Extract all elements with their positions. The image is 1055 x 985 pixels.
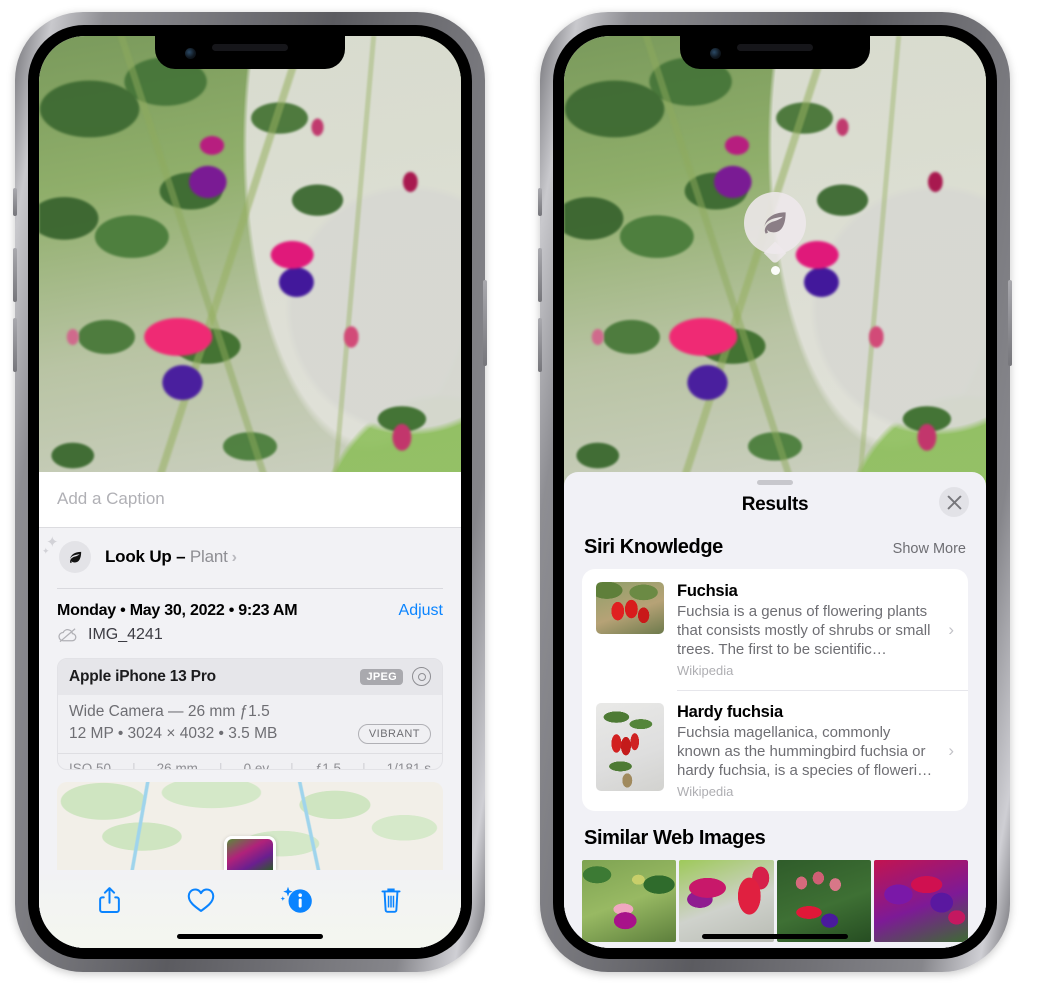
trash-icon[interactable] [379, 885, 403, 915]
exif-body: Wide Camera — 26 mm ƒ1.5 12 MP • 3024 × … [58, 695, 442, 753]
photo-datetime: Monday • May 30, 2022 • 9:23 AM [57, 602, 298, 619]
adjust-button[interactable]: Adjust [399, 602, 443, 620]
results-title: Results [741, 494, 809, 515]
results-sheet: Results Siri Knowledge Show More Fuchsia… [564, 472, 986, 948]
iphone-left-frame: Add a Caption ✦ ✦ Look Up – Plant › Mond… [13, 12, 487, 972]
exif-divider-1: | [132, 761, 136, 771]
knowledge-title: Hardy fuchsia [677, 703, 783, 721]
web-image-thumb[interactable] [776, 860, 871, 942]
aperture-icon [412, 667, 431, 686]
power-button[interactable] [483, 280, 487, 366]
screenshot-stage: Add a Caption ✦ ✦ Look Up – Plant › Mond… [0, 0, 1055, 985]
siri-knowledge-card: Fuchsia Fuchsia is a genus of flowering … [582, 569, 968, 811]
exif-specs-row: 12 MP • 3024 × 4032 • 3.5 MB VIBRANT [69, 724, 431, 744]
notch [155, 36, 345, 69]
exif-exposure: 0 ev [243, 761, 270, 771]
map-photo-pin[interactable] [224, 836, 276, 871]
knowledge-body: Hardy fuchsia Fuchsia magellanica, commo… [677, 703, 933, 799]
heart-icon[interactable] [186, 886, 216, 914]
exif-aperture: ƒ1.5 [314, 761, 342, 771]
earpiece-speaker-right [737, 44, 813, 51]
photo-info-sheet: Add a Caption ✦ ✦ Look Up – Plant › Mond… [39, 472, 461, 948]
close-icon[interactable] [939, 487, 969, 517]
right-bezel: Results Siri Knowledge Show More Fuchsia… [553, 25, 997, 959]
siri-knowledge-header: Siri Knowledge Show More [564, 530, 986, 569]
location-map-card[interactable] [57, 782, 443, 871]
photo-filename: IMG_4241 [88, 626, 163, 643]
cloud-slash-icon [58, 628, 77, 643]
filename-row: IMG_4241 [39, 622, 461, 656]
volume-down-button[interactable] [13, 248, 17, 302]
lens-info: Wide Camera — 26 mm ƒ1.5 [69, 703, 270, 720]
leaf-icon [744, 192, 806, 254]
knowledge-row[interactable]: Hardy fuchsia Fuchsia magellanica, commo… [582, 690, 968, 811]
knowledge-source: Wikipedia [677, 784, 734, 799]
exif-divider-2: | [219, 761, 223, 771]
visual-lookup-leaf-badge[interactable] [744, 192, 806, 275]
exif-divider-3: | [290, 761, 294, 771]
siri-knowledge-title: Siri Knowledge [584, 536, 723, 558]
hardy-fuchsia-thumbnail [596, 703, 664, 791]
exif-focal-length: 26 mm [156, 761, 198, 771]
similar-web-images-row [582, 860, 968, 942]
right-screen: Results Siri Knowledge Show More Fuchsia… [564, 36, 986, 948]
chevron-right-icon: › [231, 549, 237, 566]
front-camera-icon [185, 48, 196, 59]
exif-shutter-speed: 1/181 s [386, 761, 431, 771]
notch-right [680, 36, 870, 69]
volume-up-button[interactable] [13, 318, 17, 372]
web-image-thumb[interactable] [873, 860, 968, 942]
left-screen: Add a Caption ✦ ✦ Look Up – Plant › Mond… [39, 36, 461, 948]
knowledge-body: Fuchsia Fuchsia is a genus of flowering … [677, 582, 933, 678]
power-button-right[interactable] [1008, 280, 1012, 366]
exif-divider-4: | [362, 761, 366, 771]
volume-up-button-right[interactable] [538, 318, 542, 372]
home-indicator-right[interactable] [702, 934, 848, 939]
left-bezel: Add a Caption ✦ ✦ Look Up – Plant › Mond… [28, 25, 472, 959]
show-more-button[interactable]: Show More [893, 541, 966, 557]
caption-input[interactable]: Add a Caption [39, 472, 461, 528]
share-icon[interactable] [97, 885, 122, 915]
chevron-right-icon: › [948, 741, 954, 760]
knowledge-source: Wikipedia [677, 663, 734, 678]
info-sparkle-icon[interactable] [279, 884, 315, 916]
exif-header-right: JPEG [360, 667, 431, 686]
exif-card[interactable]: Apple iPhone 13 Pro JPEG Wide Camera — 2… [57, 658, 443, 771]
results-header: Results [564, 485, 986, 530]
web-image-thumb[interactable] [582, 860, 677, 942]
leaf-icon: ✦ ✦ [42, 534, 91, 573]
iphone-right-frame: Results Siri Knowledge Show More Fuchsia… [538, 12, 1012, 972]
similar-web-images-header: Similar Web Images [564, 811, 986, 850]
volume-down-button-right[interactable] [538, 248, 542, 302]
exif-header: Apple iPhone 13 Pro JPEG [58, 659, 442, 695]
silent-switch[interactable] [13, 188, 17, 216]
home-indicator-left[interactable] [177, 934, 323, 939]
look-up-subject: Plant [189, 547, 228, 566]
similar-web-images-title: Similar Web Images [584, 827, 766, 849]
sparkle-icon-small: ✦ [42, 546, 50, 556]
knowledge-description: Fuchsia is a genus of flowering plants t… [677, 603, 931, 658]
format-badge: JPEG [360, 668, 403, 685]
look-up-prefix: Look Up – [105, 547, 190, 566]
exif-iso: ISO 50 [69, 761, 112, 771]
chevron-right-icon: › [948, 620, 954, 639]
look-up-label: Look Up – Plant › [105, 547, 237, 567]
photographic-style-badge: VIBRANT [357, 724, 431, 744]
badge-anchor-dot [770, 266, 780, 275]
look-up-row[interactable]: ✦ ✦ Look Up – Plant › [39, 528, 461, 588]
exif-settings-row: ISO 50 | 26 mm | 0 ev | ƒ1.5 | 1/181 s [58, 753, 442, 771]
fuchsia-thumbnail [596, 582, 664, 634]
web-image-thumb[interactable] [679, 860, 774, 942]
front-camera-icon-right [710, 48, 721, 59]
knowledge-description: Fuchsia magellanica, commonly known as t… [677, 724, 933, 779]
knowledge-row[interactable]: Fuchsia Fuchsia is a genus of flowering … [582, 569, 968, 690]
earpiece-speaker [212, 44, 288, 51]
camera-device-name: Apple iPhone 13 Pro [69, 667, 216, 685]
photo-meta-row: Monday • May 30, 2022 • 9:23 AM Adjust [39, 588, 461, 622]
knowledge-title: Fuchsia [677, 582, 738, 600]
image-specs: 12 MP • 3024 × 4032 • 3.5 MB [69, 725, 278, 742]
silent-switch-right[interactable] [538, 188, 542, 216]
